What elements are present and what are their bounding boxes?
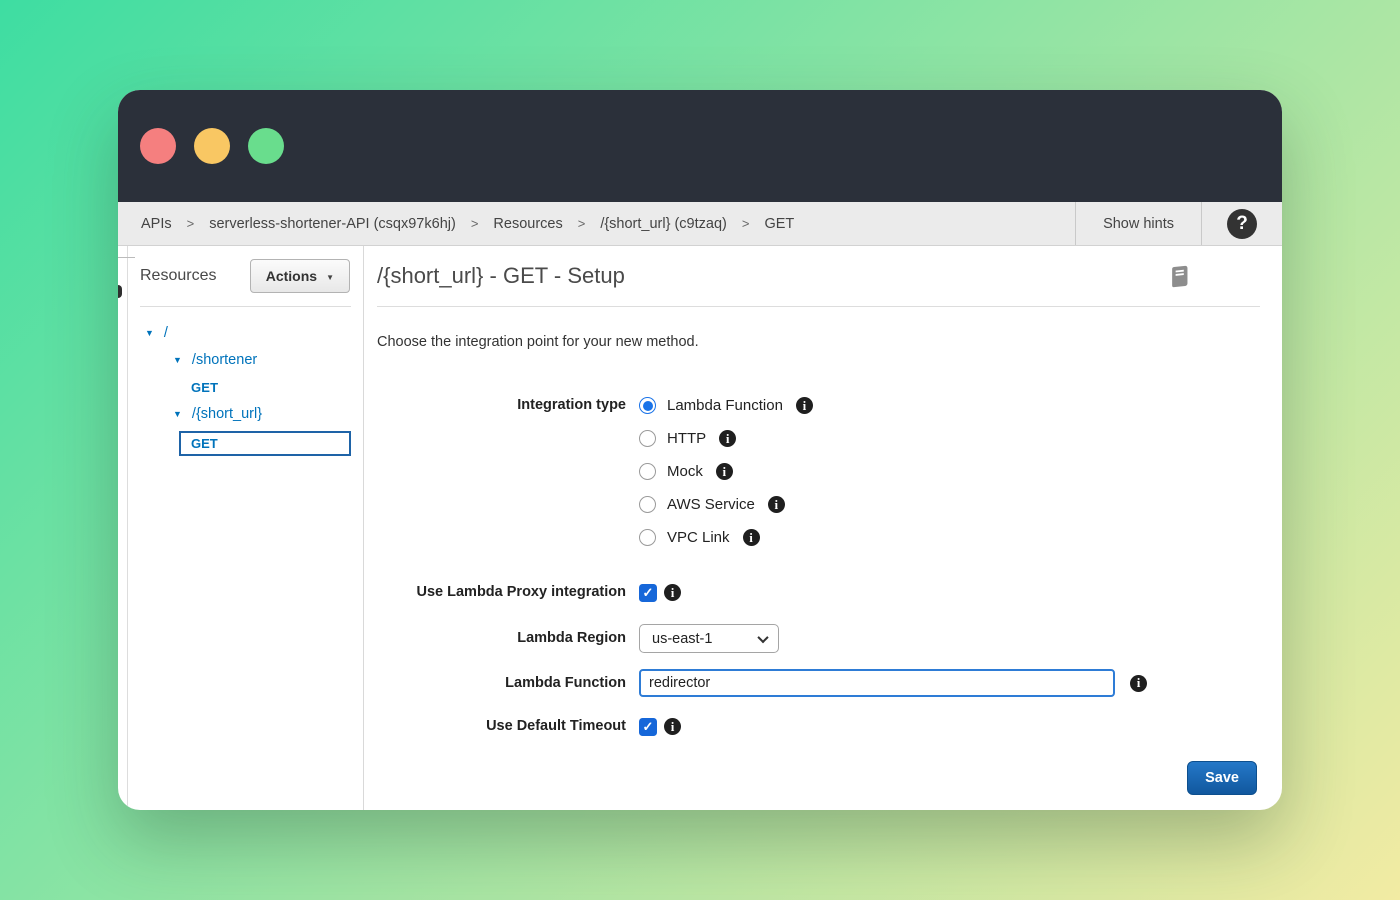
lambda-function-input[interactable] bbox=[639, 669, 1115, 697]
method-setup-panel: /{short_url} - GET - Setup Choose the in… bbox=[364, 246, 1282, 810]
sidebar-header: Resources Actions ▼ bbox=[128, 259, 363, 293]
lambda-region-label: Lambda Region bbox=[377, 629, 639, 648]
option-label: Mock bbox=[667, 463, 703, 480]
info-icon[interactable]: i bbox=[796, 397, 813, 414]
caret-down-icon[interactable]: ▼ bbox=[173, 410, 182, 419]
option-mock[interactable]: Mock i bbox=[639, 462, 813, 481]
proxy-integration-checkbox[interactable]: ✓ bbox=[639, 584, 657, 602]
lambda-region-value: us-east-1 bbox=[652, 631, 712, 647]
radio-button-icon[interactable] bbox=[639, 397, 656, 414]
tree-item-shortener[interactable]: ▼ /shortener bbox=[128, 350, 363, 370]
show-hints-button[interactable]: Show hints bbox=[1076, 202, 1201, 245]
close-button[interactable] bbox=[140, 128, 176, 164]
chevron-down-icon bbox=[757, 631, 768, 642]
resource-tree: ▼ / ▼ /shortener GET ▼ /{short_url} GET bbox=[128, 323, 363, 456]
divider bbox=[140, 306, 351, 307]
option-vpc-link[interactable]: VPC Link i bbox=[639, 528, 813, 547]
option-lambda-function[interactable]: Lambda Function i bbox=[639, 396, 813, 415]
integration-type-options: Lambda Function i HTTP i Mock i bbox=[639, 396, 813, 561]
breadcrumb-bar: APIs > serverless-shortener-API (csqx97k… bbox=[118, 202, 1282, 246]
actions-button[interactable]: Actions ▼ bbox=[250, 259, 350, 293]
tree-item-short-url[interactable]: ▼ /{short_url} bbox=[128, 404, 363, 424]
lambda-function-label: Lambda Function bbox=[377, 674, 639, 693]
option-label: HTTP bbox=[667, 430, 706, 447]
setup-form: Integration type Lambda Function i HTTP … bbox=[377, 396, 1260, 795]
lambda-region-select[interactable]: us-east-1 bbox=[639, 624, 779, 653]
tree-item-label: /{short_url} bbox=[192, 406, 262, 422]
default-timeout-row: Use Default Timeout ✓ i bbox=[377, 717, 1260, 736]
caret-down-icon: ▼ bbox=[326, 273, 334, 282]
app-window: APIs > serverless-shortener-API (csqx97k… bbox=[118, 90, 1282, 810]
save-row: Save bbox=[377, 761, 1260, 795]
breadcrumb-separator: > bbox=[578, 216, 586, 231]
default-timeout-checkbox[interactable]: ✓ bbox=[639, 718, 657, 736]
tree-item-shortener-get[interactable]: GET bbox=[128, 377, 363, 397]
breadcrumb-separator: > bbox=[187, 216, 195, 231]
radio-button-icon[interactable] bbox=[639, 463, 656, 480]
setup-header: /{short_url} - GET - Setup bbox=[377, 263, 1260, 293]
actions-button-label: Actions bbox=[266, 268, 317, 284]
radio-button-icon[interactable] bbox=[639, 496, 656, 513]
breadcrumb-item-resources[interactable]: Resources bbox=[493, 216, 562, 232]
caret-down-icon[interactable]: ▼ bbox=[173, 356, 182, 365]
proxy-integration-label: Use Lambda Proxy integration bbox=[377, 583, 639, 602]
help-icon: ? bbox=[1227, 209, 1257, 239]
default-timeout-label: Use Default Timeout bbox=[377, 717, 639, 736]
breadcrumb-separator: > bbox=[742, 216, 750, 231]
minimize-button[interactable] bbox=[194, 128, 230, 164]
collapsed-panel-edge bbox=[118, 246, 128, 810]
documentation-book-icon[interactable] bbox=[1168, 264, 1192, 295]
window-titlebar bbox=[118, 90, 1282, 202]
info-icon[interactable]: i bbox=[743, 529, 760, 546]
option-http[interactable]: HTTP i bbox=[639, 429, 813, 448]
maximize-button[interactable] bbox=[248, 128, 284, 164]
breadcrumb-item-method[interactable]: GET bbox=[764, 216, 794, 232]
divider bbox=[377, 306, 1260, 307]
info-icon[interactable]: i bbox=[768, 496, 785, 513]
caret-down-icon[interactable]: ▼ bbox=[145, 329, 154, 338]
proxy-integration-row: Use Lambda Proxy integration ✓ i bbox=[377, 583, 1260, 602]
info-icon[interactable]: i bbox=[664, 718, 681, 735]
breadcrumb-separator: > bbox=[471, 216, 479, 231]
sidebar-title: Resources bbox=[140, 267, 216, 285]
breadcrumb-item-api-name[interactable]: serverless-shortener-API (csqx97k6hj) bbox=[209, 216, 456, 232]
lambda-function-row: Lambda Function i bbox=[377, 669, 1260, 697]
info-icon[interactable]: i bbox=[664, 584, 681, 601]
option-label: Lambda Function bbox=[667, 397, 783, 414]
integration-type-label: Integration type bbox=[377, 396, 639, 415]
breadcrumb-item-apis[interactable]: APIs bbox=[141, 216, 172, 232]
panel-drag-handle[interactable] bbox=[118, 285, 122, 298]
content-area: Resources Actions ▼ ▼ / ▼ /shortener GET bbox=[118, 246, 1282, 810]
tree-item-label: / bbox=[164, 325, 168, 341]
lambda-region-row: Lambda Region us-east-1 bbox=[377, 624, 1260, 653]
tree-item-short-url-get-selected[interactable]: GET bbox=[179, 431, 351, 456]
radio-button-icon[interactable] bbox=[639, 430, 656, 447]
help-button[interactable]: ? bbox=[1202, 202, 1282, 245]
radio-button-icon[interactable] bbox=[639, 529, 656, 546]
save-button[interactable]: Save bbox=[1187, 761, 1257, 795]
option-aws-service[interactable]: AWS Service i bbox=[639, 495, 813, 514]
info-icon[interactable]: i bbox=[1130, 675, 1147, 692]
resources-sidebar: Resources Actions ▼ ▼ / ▼ /shortener GET bbox=[128, 246, 364, 810]
option-label: AWS Service bbox=[667, 496, 755, 513]
tree-item-root[interactable]: ▼ / bbox=[128, 323, 363, 343]
option-label: VPC Link bbox=[667, 529, 730, 546]
page-title: /{short_url} - GET - Setup bbox=[377, 263, 625, 289]
breadcrumb: APIs > serverless-shortener-API (csqx97k… bbox=[118, 202, 1075, 245]
integration-type-row: Integration type Lambda Function i HTTP … bbox=[377, 396, 1260, 561]
method-label: GET bbox=[191, 380, 218, 395]
breadcrumb-item-resource-id[interactable]: /{short_url} (c9tzaq) bbox=[600, 216, 727, 232]
info-icon[interactable]: i bbox=[716, 463, 733, 480]
tree-item-label: /shortener bbox=[192, 352, 257, 368]
info-icon[interactable]: i bbox=[719, 430, 736, 447]
setup-description: Choose the integration point for your ne… bbox=[377, 334, 1260, 350]
panel-edge-tick bbox=[118, 257, 135, 258]
